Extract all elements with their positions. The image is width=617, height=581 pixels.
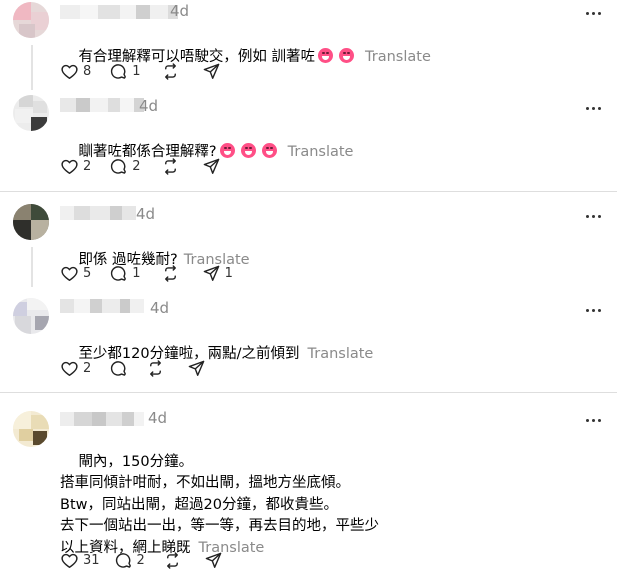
laughing-emoji-icon <box>261 142 277 158</box>
repost-button[interactable] <box>161 157 180 176</box>
username-blurred[interactable] <box>60 299 144 313</box>
share-count: 1 <box>224 265 233 281</box>
heart-icon <box>60 62 79 81</box>
timestamp[interactable]: 4d <box>148 409 167 427</box>
timestamp[interactable]: 4d <box>136 205 155 223</box>
like-count: 5 <box>83 265 92 281</box>
post-3: 4d 即係 過咗幾耐? Translate 5 1 1 <box>0 192 617 287</box>
reply-button[interactable]: 1 <box>109 62 141 81</box>
repost-button[interactable] <box>161 62 180 81</box>
heart-icon <box>60 264 79 283</box>
more-icon[interactable] <box>581 410 605 430</box>
like-count: 8 <box>83 63 92 79</box>
reply-count: 1 <box>132 265 141 281</box>
repost-icon <box>161 264 180 283</box>
repost-button[interactable] <box>146 359 165 378</box>
heart-icon <box>60 551 79 570</box>
share-button[interactable] <box>204 551 223 570</box>
comment-icon <box>109 62 128 81</box>
post-5: 4d 閘內，150分鐘。 搭車同傾計咁耐，不如出閘，搵地方坐底傾。 Btw，同站… <box>0 393 617 578</box>
reply-count: 1 <box>132 63 141 79</box>
send-icon <box>202 62 221 81</box>
like-button[interactable]: 5 <box>60 264 91 283</box>
avatar[interactable] <box>13 298 49 334</box>
heart-icon <box>60 157 79 176</box>
comment-icon <box>109 157 128 176</box>
action-bar: 8 1 <box>60 60 235 82</box>
like-button[interactable]: 31 <box>60 551 100 570</box>
reply-button[interactable]: 1 <box>109 264 141 283</box>
heart-icon <box>60 359 79 378</box>
timestamp[interactable]: 4d <box>150 299 169 317</box>
more-icon[interactable] <box>581 3 605 23</box>
comment-icon <box>114 551 133 570</box>
avatar[interactable] <box>13 411 49 447</box>
like-count: 2 <box>83 360 92 376</box>
avatar[interactable] <box>13 204 49 240</box>
username-blurred[interactable] <box>60 98 144 112</box>
share-button[interactable] <box>202 62 221 81</box>
share-button[interactable] <box>202 157 221 176</box>
send-icon <box>187 359 206 378</box>
action-bar: 5 1 1 <box>60 262 247 284</box>
translate-link[interactable]: Translate <box>308 346 374 362</box>
reply-button[interactable] <box>109 359 128 378</box>
laughing-emoji-icon <box>240 142 256 158</box>
like-button[interactable]: 2 <box>60 157 91 176</box>
send-icon <box>202 264 221 283</box>
more-icon[interactable] <box>581 98 605 118</box>
repost-icon <box>146 359 165 378</box>
repost-button[interactable] <box>161 264 180 283</box>
comment-icon <box>109 264 128 283</box>
username-blurred[interactable] <box>60 206 136 220</box>
thread-line <box>31 45 33 90</box>
like-count: 2 <box>83 158 92 174</box>
timestamp[interactable]: 4d <box>170 2 189 20</box>
repost-icon <box>161 157 180 176</box>
username-blurred[interactable] <box>60 5 178 19</box>
laughing-emoji-icon <box>339 47 355 63</box>
repost-icon <box>163 551 182 570</box>
send-icon <box>202 157 221 176</box>
laughing-emoji-icon <box>318 47 334 63</box>
comment-icon <box>109 359 128 378</box>
post-2: 4d 瞓著咗都係合理解釋? Translate 2 2 <box>0 95 617 191</box>
reply-count: 2 <box>132 158 141 174</box>
like-button[interactable]: 8 <box>60 62 91 81</box>
like-count: 31 <box>83 552 100 568</box>
timestamp[interactable]: 4d <box>139 97 158 115</box>
translate-link[interactable]: Translate <box>288 144 354 160</box>
translate-link[interactable]: Translate <box>365 49 431 65</box>
repost-icon <box>161 62 180 81</box>
username-blurred[interactable] <box>60 412 144 426</box>
action-bar: 2 <box>60 357 220 379</box>
reply-button[interactable]: 2 <box>114 551 145 570</box>
like-button[interactable]: 2 <box>60 359 91 378</box>
action-bar: 31 2 <box>60 549 237 571</box>
avatar[interactable] <box>13 95 49 131</box>
more-icon[interactable] <box>581 206 605 226</box>
more-icon[interactable] <box>581 300 605 320</box>
post-1: 4d 有合理解釋可以唔駛交，例如 訓著咗 Translate 8 1 <box>0 0 617 95</box>
share-button[interactable] <box>187 359 206 378</box>
reply-button[interactable]: 2 <box>109 157 141 176</box>
repost-button[interactable] <box>163 551 182 570</box>
reply-count: 2 <box>136 552 145 568</box>
thread-line <box>31 247 33 287</box>
avatar[interactable] <box>13 2 49 38</box>
post-4: 4d 至少都120分鐘啦，兩點/之前傾到 Translate 2 <box>0 290 617 390</box>
send-icon <box>204 551 223 570</box>
share-button[interactable]: 1 <box>202 264 233 283</box>
action-bar: 2 2 <box>60 155 235 177</box>
